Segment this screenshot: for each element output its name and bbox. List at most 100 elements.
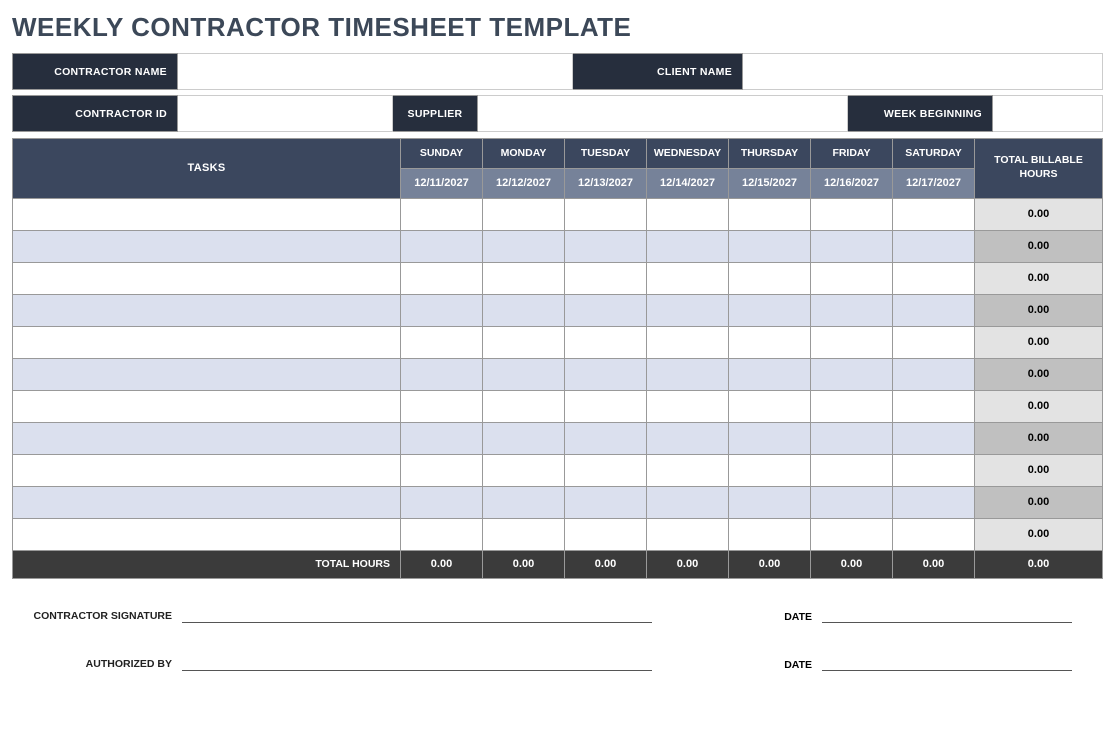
task-cell[interactable] [13,358,401,390]
hours-cell[interactable] [401,294,483,326]
hours-cell[interactable] [893,390,975,422]
hours-cell[interactable] [483,262,565,294]
hours-cell[interactable] [811,454,893,486]
task-cell[interactable] [13,198,401,230]
hours-cell[interactable] [729,390,811,422]
hours-cell[interactable] [483,358,565,390]
hours-cell[interactable] [401,326,483,358]
hours-cell[interactable] [811,486,893,518]
hours-cell[interactable] [647,518,729,550]
timesheet-table: TASKS SUNDAY MONDAY TUESDAY WEDNESDAY TH… [12,138,1103,579]
hours-cell[interactable] [811,390,893,422]
hours-cell[interactable] [647,358,729,390]
hours-cell[interactable] [483,518,565,550]
hours-cell[interactable] [483,326,565,358]
hours-cell[interactable] [811,294,893,326]
client-name-field[interactable] [743,54,1103,90]
hours-cell[interactable] [401,198,483,230]
hours-cell[interactable] [729,326,811,358]
hours-cell[interactable] [483,198,565,230]
task-cell[interactable] [13,326,401,358]
hours-cell[interactable] [565,390,647,422]
hours-cell[interactable] [729,518,811,550]
hours-cell[interactable] [565,230,647,262]
hours-cell[interactable] [647,198,729,230]
hours-cell[interactable] [401,454,483,486]
hours-cell[interactable] [811,358,893,390]
hours-cell[interactable] [647,230,729,262]
hours-cell[interactable] [647,262,729,294]
hours-cell[interactable] [565,518,647,550]
hours-cell[interactable] [893,422,975,454]
hours-cell[interactable] [647,422,729,454]
signature-date-line[interactable] [822,601,1072,623]
hours-cell[interactable] [893,262,975,294]
hours-cell[interactable] [565,262,647,294]
task-cell[interactable] [13,454,401,486]
task-cell[interactable] [13,422,401,454]
hours-cell[interactable] [647,454,729,486]
hours-cell[interactable] [401,230,483,262]
hours-cell[interactable] [565,358,647,390]
hours-cell[interactable] [401,486,483,518]
hours-cell[interactable] [893,294,975,326]
hours-cell[interactable] [483,422,565,454]
hours-cell[interactable] [893,358,975,390]
hours-cell[interactable] [565,422,647,454]
contractor-signature-line[interactable] [182,601,652,623]
hours-cell[interactable] [893,486,975,518]
contractor-name-field[interactable] [178,54,573,90]
hours-cell[interactable] [893,518,975,550]
contractor-id-field[interactable] [178,96,393,132]
hours-cell[interactable] [565,198,647,230]
hours-cell[interactable] [811,326,893,358]
hours-cell[interactable] [893,198,975,230]
row-total-cell: 0.00 [975,198,1103,230]
day-date: 12/14/2027 [647,168,729,198]
hours-cell[interactable] [483,230,565,262]
hours-cell[interactable] [401,518,483,550]
hours-cell[interactable] [893,326,975,358]
hours-cell[interactable] [401,390,483,422]
hours-cell[interactable] [401,358,483,390]
hours-cell[interactable] [729,198,811,230]
hours-cell[interactable] [483,454,565,486]
hours-cell[interactable] [811,262,893,294]
hours-cell[interactable] [483,294,565,326]
task-cell[interactable] [13,262,401,294]
hours-cell[interactable] [483,486,565,518]
hours-cell[interactable] [729,454,811,486]
task-cell[interactable] [13,518,401,550]
hours-cell[interactable] [729,294,811,326]
hours-cell[interactable] [565,454,647,486]
task-cell[interactable] [13,390,401,422]
hours-cell[interactable] [647,326,729,358]
hours-cell[interactable] [811,422,893,454]
hours-cell[interactable] [893,454,975,486]
hours-cell[interactable] [647,390,729,422]
hours-cell[interactable] [729,486,811,518]
task-cell[interactable] [13,230,401,262]
hours-cell[interactable] [565,486,647,518]
authorized-date-line[interactable] [822,649,1072,671]
hours-cell[interactable] [729,262,811,294]
hours-cell[interactable] [401,422,483,454]
hours-cell[interactable] [729,230,811,262]
hours-cell[interactable] [565,294,647,326]
task-cell[interactable] [13,486,401,518]
hours-cell[interactable] [401,262,483,294]
task-cell[interactable] [13,294,401,326]
authorized-by-line[interactable] [182,649,652,671]
hours-cell[interactable] [647,486,729,518]
hours-cell[interactable] [729,358,811,390]
hours-cell[interactable] [811,518,893,550]
supplier-field[interactable] [478,96,848,132]
hours-cell[interactable] [647,294,729,326]
hours-cell[interactable] [811,230,893,262]
hours-cell[interactable] [729,422,811,454]
week-beginning-field[interactable] [993,96,1103,132]
hours-cell[interactable] [893,230,975,262]
hours-cell[interactable] [811,198,893,230]
hours-cell[interactable] [483,390,565,422]
hours-cell[interactable] [565,326,647,358]
